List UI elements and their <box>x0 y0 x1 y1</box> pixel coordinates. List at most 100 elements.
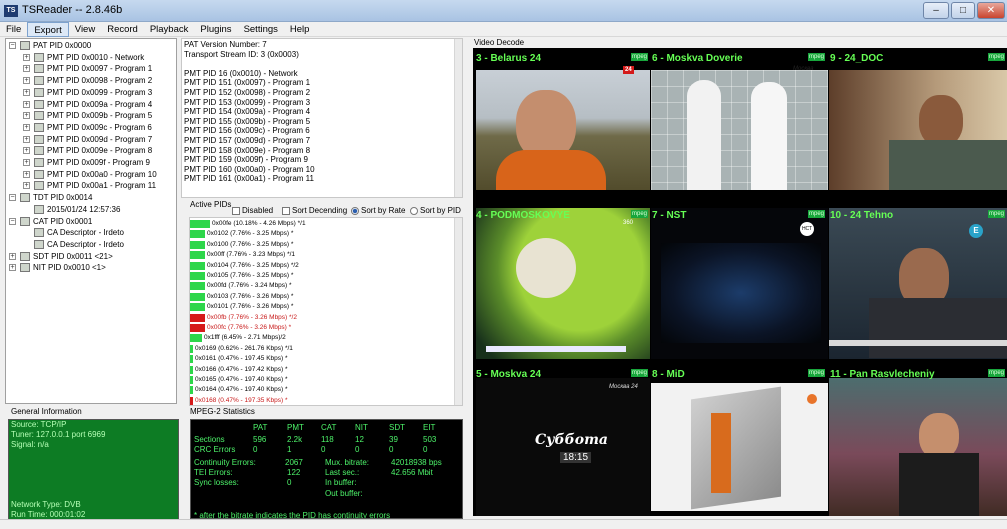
expand-icon[interactable]: + <box>23 88 30 96</box>
expand-icon[interactable]: + <box>23 159 30 166</box>
menu-view[interactable]: View <box>69 22 101 37</box>
menu-plugins[interactable]: Plugins <box>194 22 237 37</box>
sort-pid-radio[interactable]: Sort by PID <box>410 206 461 216</box>
expand-icon[interactable]: + <box>23 100 30 108</box>
mpeg-tag-1: mpeg <box>631 53 649 61</box>
video-decode-grid[interactable]: 3 - Belarus 24 6 - Moskva Doverie 9 - 24… <box>473 48 1007 516</box>
menu-help[interactable]: Help <box>284 22 316 37</box>
info-line: PAT Version Number: 7 <box>184 40 267 49</box>
tree-node-label: CA Descriptor - Irdeto <box>47 239 124 249</box>
collapse-icon[interactable]: − <box>9 42 16 49</box>
mpeg-tag-4: mpeg <box>631 210 649 218</box>
pid-rate-text: 0x00fb (7.76% - 3.26 Mbps) */2 <box>207 313 297 321</box>
checkbox-icon[interactable] <box>232 207 240 215</box>
pid-rate-text: 0x0166 (0.47% - 197.42 Kbps) * <box>195 365 288 373</box>
tree-node-label: PMT PID 0x0098 - Program 2 <box>47 76 153 86</box>
pid-rate-text: 0x00fe (10.18% - 4.26 Mbps) */1 <box>212 220 306 227</box>
nst-logo: НСТ <box>800 222 814 236</box>
maximize-button[interactable]: □ <box>951 2 975 19</box>
mpeg-stats-title: MPEG-2 Statistics <box>190 407 255 416</box>
crc-cat: 0 <box>321 445 326 454</box>
disabled-checkbox[interactable]: Disabled <box>232 206 273 216</box>
expand-icon[interactable]: + <box>9 252 16 260</box>
pid-list-scrollbar[interactable] <box>454 218 462 405</box>
checkbox-icon[interactable] <box>282 207 290 215</box>
pid-rate-bar <box>190 220 210 228</box>
tree-node-label: 2015/01/24 12:57:36 <box>47 204 121 214</box>
table-node-icon <box>34 158 44 167</box>
info-line: PMT PID 161 (0x00a1) - Program 11 <box>184 174 314 184</box>
minimize-button[interactable]: – <box>923 2 949 19</box>
table-node-icon <box>34 169 44 179</box>
pid-rate-text: 0x0161 (0.47% - 197.45 Kbps) * <box>195 355 288 363</box>
pid-rate-bar <box>190 344 193 353</box>
expand-icon[interactable]: + <box>23 170 30 178</box>
video-frame-belarus24 <box>476 70 650 190</box>
sync-label: Sync losses: <box>194 478 239 487</box>
video-frame-moskva-doverie <box>651 70 828 190</box>
expand-icon[interactable]: + <box>23 135 30 143</box>
mpeg-tag-8: mpeg <box>808 369 826 377</box>
expand-icon[interactable]: + <box>23 147 30 155</box>
expand-icon[interactable]: + <box>23 77 30 85</box>
mpeg-tag-7: mpeg <box>631 369 649 377</box>
table-node-icon <box>34 64 44 74</box>
pid-rate-text: 0x00ff (7.76% - 3.23 Mbps) */1 <box>207 251 296 259</box>
pid-rate-bar <box>190 230 205 239</box>
pid-tree[interactable]: − PAT PID 0x0000 + PMT PID 0x0010 - Network… <box>5 38 177 404</box>
menu-record[interactable]: Record <box>101 22 144 37</box>
radio-icon[interactable] <box>410 207 418 215</box>
radio-selected-icon[interactable] <box>351 207 359 215</box>
expand-icon[interactable]: + <box>23 182 30 190</box>
expand-icon[interactable]: + <box>9 264 16 272</box>
sort-rate-radio[interactable]: Sort by Rate <box>351 206 405 216</box>
tree-node-label: PMT PID 0x009b - Program 5 <box>47 111 153 121</box>
pid-rate-text: 0x00fc (7.76% - 3.26 Mbps) * <box>207 324 292 331</box>
sections-pat: 596 <box>253 435 267 444</box>
crc-eit: 0 <box>423 445 428 454</box>
video-frame-podmoskovye <box>476 208 650 359</box>
pid-rate-bar <box>190 251 205 260</box>
menu-bar: File Export View Record Playback Plugins… <box>0 22 1007 37</box>
title-bar: TS TSReader -- 2.8.46b – □ ✕ <box>0 0 1007 22</box>
general-info-title: General Information <box>11 407 82 416</box>
active-pid-list[interactable]: 0x00fe (10.18% - 4.26 Mbps) */1 0x0102 (7… <box>189 217 463 406</box>
pid-rate-text: 0x0101 (7.76% - 3.26 Mbps) * <box>207 303 294 311</box>
expand-icon[interactable]: + <box>23 53 30 61</box>
expand-icon[interactable]: + <box>23 65 30 73</box>
table-node-icon <box>34 111 44 121</box>
tei-value: 122 <box>287 468 301 477</box>
collapse-icon[interactable]: − <box>9 217 16 225</box>
table-node-icon <box>34 228 44 238</box>
expand-icon[interactable]: + <box>23 112 30 120</box>
info-scrollbar[interactable] <box>454 39 462 197</box>
general-info-row: Tuner: 127.0.0.1 port 6969 <box>9 430 178 440</box>
mid-logo-icon <box>807 394 817 404</box>
menu-settings[interactable]: Settings <box>238 22 284 37</box>
pid-rate-bar <box>190 334 202 343</box>
active-pids-title: Active PIDs <box>190 200 232 209</box>
general-info-row: Signal: n/a <box>9 440 178 450</box>
sections-eit: 503 <box>423 435 437 444</box>
pid-rate-text: 0x1fff (6.45% - 2.71 Mbps)/2 <box>204 334 286 342</box>
info-line: PMT PID 156 (0x009c) - Program 6 <box>184 126 310 136</box>
close-button[interactable]: ✕ <box>977 2 1005 19</box>
expand-icon[interactable]: + <box>23 123 30 131</box>
pid-rate-bar <box>190 365 193 374</box>
sort-desc-checkbox[interactable]: Sort Decending <box>282 206 347 216</box>
menu-export[interactable]: Export <box>27 22 69 37</box>
collapse-icon[interactable]: − <box>9 194 16 202</box>
crc-nit: 0 <box>355 445 360 454</box>
info-line: PMT PID 151 (0x0097) - Program 1 <box>184 78 311 88</box>
menu-playback[interactable]: Playback <box>144 22 195 37</box>
continuity-label: Continuity Errors: <box>194 458 256 467</box>
info-line: PMT PID 153 (0x0099) - Program 3 <box>184 97 311 107</box>
stats-footnote: * after the bitrate indicates the PID ha… <box>194 511 391 519</box>
tree-node-label: CA Descriptor - Irdeto <box>47 228 124 238</box>
table-node-icon <box>20 263 30 273</box>
subbota-title: Суббота <box>535 432 608 448</box>
tree-node-label: NIT PID 0x0010 <1> <box>33 263 106 273</box>
tree-node-label: PMT PID 0x0010 - Network <box>47 52 145 62</box>
menu-file[interactable]: File <box>0 22 27 37</box>
video-decode-title: Video Decode <box>474 38 525 47</box>
